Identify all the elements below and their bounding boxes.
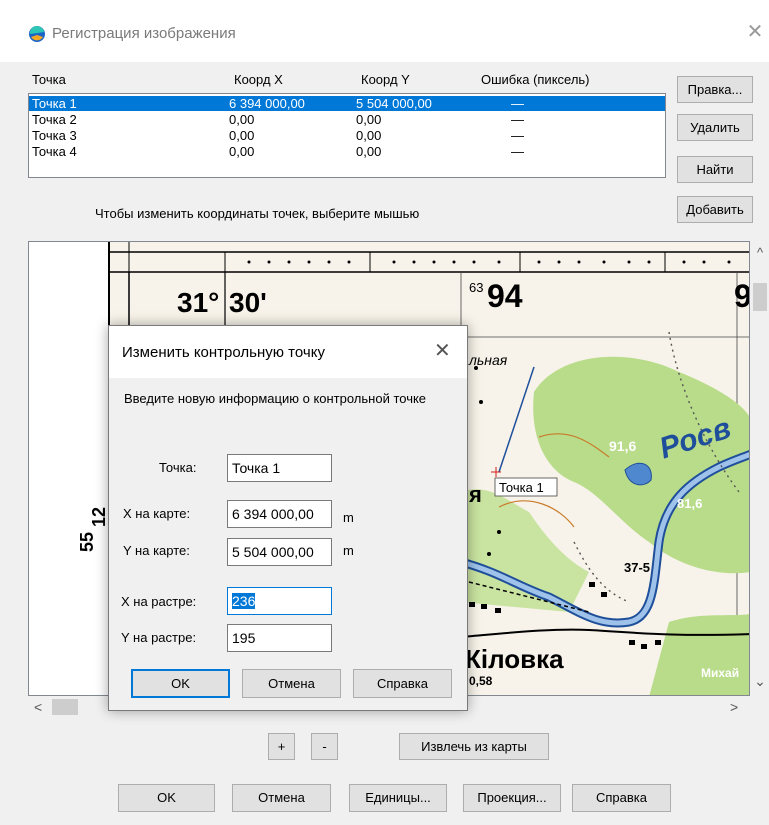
raster-y-field[interactable]: 195 [227,624,332,652]
zoom-in-button[interactable]: + [268,733,295,760]
map-x-field[interactable]: 6 394 000,00 [227,500,332,528]
map-label-9: 9 [734,278,749,315]
cell-x: 0,00 [229,144,255,159]
column-header-x[interactable]: Коорд X [234,72,283,87]
help-button[interactable]: Справка [572,784,671,812]
image-registration-window: Регистрация изображения ✕ Точка Коорд X … [0,0,769,825]
projection-button[interactable]: Проекция... [463,784,561,812]
map-label-55: 55 [77,531,97,552]
map-label-elev-816: 81,6 [677,496,703,511]
dialog-cancel-button[interactable]: Отмена [242,669,341,698]
extract-from-map-button[interactable]: Извлечь из карты [399,733,549,760]
column-header-y[interactable]: Коорд Y [361,72,410,87]
map-label-village: Кiловка [465,644,564,674]
cell-point: Точка 4 [32,144,77,159]
table-row[interactable]: Точка 4 0,00 0,00 — [29,144,665,159]
find-button[interactable]: Найти [677,156,753,183]
map-label-94: 94 [487,278,523,314]
cell-error: — [511,128,524,143]
map-x-label: X на карте: [123,506,191,521]
map-y-unit: m [343,543,354,558]
point-name-label: Точка: [159,460,197,475]
add-button[interactable]: Добавить [677,196,753,223]
dialog-title: Изменить контрольную точку [122,344,325,361]
cell-error: — [511,112,524,127]
points-list[interactable]: Точка 1 6 394 000,00 5 504 000,00 — Точк… [28,93,666,178]
cell-y: 0,00 [356,128,382,143]
dialog-ok-button[interactable]: OK [131,669,230,698]
dialog-help-button[interactable]: Справка [353,669,452,698]
column-header-point[interactable]: Точка [32,72,66,87]
cell-error: — [511,96,524,111]
hint-text: Чтобы изменить координаты точек, выберит… [95,206,420,221]
map-label-058: 0,58 [469,674,493,688]
control-point-label: Точка 1 [499,480,544,495]
dialog-title-bar: Изменить контрольную точку ✕ [109,326,467,378]
map-label-coord-31: 31° [177,287,220,318]
scroll-up-icon[interactable]: ^ [751,245,769,260]
title-bar: Регистрация изображения ✕ [0,0,769,62]
cell-x: 6 394 000,00 [229,96,305,111]
cell-point: Точка 1 [32,96,77,111]
cell-point: Точка 3 [32,128,77,143]
ok-button[interactable]: OK [118,784,215,812]
map-label-coord-30: 30' [229,287,267,318]
scroll-down-icon[interactable]: ⌄ [751,673,769,690]
vertical-scrollbar[interactable]: ^ ⌄ [751,241,769,696]
map-y-label: Y на карте: [123,543,190,558]
map-label-12: 12 [89,506,109,527]
cell-y: 0,00 [356,112,382,127]
edit-button[interactable]: Правка... [677,76,753,103]
window-title: Регистрация изображения [52,25,236,42]
map-label-elev-916: 91,6 [609,438,637,454]
table-row[interactable]: Точка 3 0,00 0,00 — [29,128,665,143]
zoom-out-button[interactable]: - [311,733,338,760]
map-label-elev-37: 37-5 [624,560,651,575]
cell-x: 0,00 [229,128,255,143]
table-row[interactable]: Точка 2 0,00 0,00 — [29,112,665,127]
raster-y-label: Y на растре: [121,630,197,645]
raster-x-value: 236 [232,593,256,609]
map-x-unit: m [343,510,354,525]
cell-y: 0,00 [356,144,382,159]
map-label-lnaya: льная [469,352,508,368]
map-y-field[interactable]: 5 504 000,00 [227,538,332,566]
point-name-field[interactable]: Точка 1 [227,454,332,482]
raster-x-label: X на растре: [121,594,197,609]
dialog-close-icon[interactable]: ✕ [434,338,451,363]
horizontal-scroll-thumb[interactable] [52,699,78,715]
units-button[interactable]: Единицы... [349,784,447,812]
delete-button[interactable]: Удалить [677,114,753,141]
cancel-button[interactable]: Отмена [232,784,331,812]
map-label-63: 63 [469,280,484,295]
scroll-right-icon[interactable]: > [730,699,738,715]
cell-error: — [511,144,524,159]
raster-x-field[interactable]: 236 [227,587,332,615]
column-header-error[interactable]: Ошибка (пиксель) [481,72,590,87]
map-label-ya: я [469,482,482,507]
cell-x: 0,00 [229,112,255,127]
app-logo-icon [29,25,45,42]
edit-control-point-dialog: Изменить контрольную точку ✕ Введите нов… [108,325,468,711]
vertical-scroll-thumb[interactable] [753,283,767,311]
dialog-intro: Введите новую информацию о контрольной т… [124,391,427,406]
cell-y: 5 504 000,00 [356,96,432,111]
scroll-left-icon[interactable]: < [34,699,42,715]
map-label-mikhai: Михай [701,666,740,680]
cell-point: Точка 2 [32,112,77,127]
close-icon[interactable]: ✕ [744,21,766,43]
table-row[interactable]: Точка 1 6 394 000,00 5 504 000,00 — [29,96,665,111]
